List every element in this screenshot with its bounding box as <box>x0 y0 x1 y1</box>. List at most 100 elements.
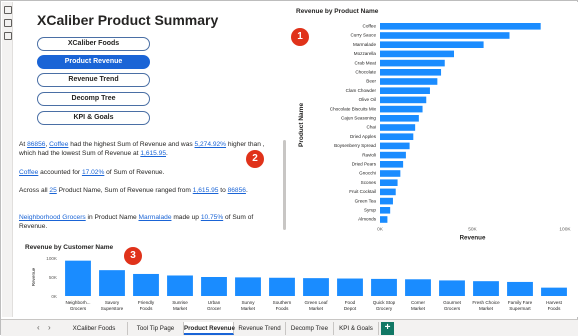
customer-chart-y-axis-label: Revenue <box>31 267 36 286</box>
customer-y-tick-label: 100K <box>46 256 58 261</box>
customer-tick-label: Market <box>309 306 324 311</box>
customer-tick-label: Foods <box>548 306 561 311</box>
narrative-value: Coffee <box>49 141 69 148</box>
narrative-text: . <box>245 187 248 194</box>
narrative-value: 10.75% <box>200 214 224 221</box>
customer-tick-label: Gourmet <box>443 300 462 305</box>
product-tick-label: Green Tea <box>355 198 377 203</box>
customer-tick-label: Grocers <box>444 306 461 311</box>
product-tick-label: Fruit Cocktail <box>349 189 376 194</box>
product-bar <box>380 197 393 205</box>
report-window: XCaliber Product Summary XCaliber Foods … <box>0 0 578 336</box>
tab-prev-icon[interactable]: ‹ <box>37 324 40 332</box>
product-bar <box>380 87 430 94</box>
narrative-scrollbar[interactable] <box>283 140 286 230</box>
customer-tick-label: Family Fare <box>508 300 533 305</box>
customer-tick-label: Fresh Choice <box>472 300 500 305</box>
product-tick-label: Dried Pears <box>352 162 377 167</box>
narrative-value: Neighborhood Grocers <box>19 214 86 221</box>
tab-decomp-tree[interactable]: Decomp Tree <box>286 322 334 335</box>
model-view-icon[interactable] <box>4 32 12 40</box>
narrative-value: 25 <box>49 187 57 194</box>
product-bar <box>380 41 484 48</box>
tab-kpi-goals[interactable]: KPI & Goals <box>334 322 379 335</box>
product-bar <box>380 151 406 159</box>
narrative-value: 86856 <box>27 141 46 148</box>
customer-tick-label: Green Leaf <box>305 300 329 305</box>
customer-tick-label: Grocers <box>70 306 87 311</box>
product-tick-label: Beer <box>366 79 376 84</box>
narrative-text: in Product Name <box>85 214 139 221</box>
product-tick-label: Gnocchi <box>359 171 376 176</box>
nav-button-product-revenue[interactable]: Product Revenue <box>37 55 150 69</box>
customer-tick-label: Corner <box>411 300 426 305</box>
narrative-paragraph-2: Coffee accounted for 17.02% of Sum of Re… <box>19 168 277 177</box>
customer-tick-label: Quick Stop <box>373 300 396 305</box>
customer-tick-label: Market <box>241 306 256 311</box>
product-bar <box>380 50 454 58</box>
product-bar <box>380 115 419 122</box>
narrative-text: accounted for <box>38 169 82 176</box>
narrative-text: had the highest Sum of Revenue and was <box>68 141 195 148</box>
customer-tick-label: Harvest <box>546 300 563 305</box>
product-tick-label: Curry Sauce <box>350 33 376 38</box>
customer-bar <box>507 281 533 296</box>
product-bar <box>380 78 438 85</box>
product-tick-label: Mozzarella <box>354 51 377 56</box>
narrative-value: 5,274.92% <box>194 141 227 148</box>
product-bar <box>380 216 388 223</box>
nav-button-decomp-tree[interactable]: Decomp Tree <box>37 92 150 106</box>
nav-button-xcaliber-foods[interactable]: XCaliber Foods <box>37 37 150 51</box>
narrative-value: 1,615.95 <box>140 150 166 157</box>
customer-bar <box>65 260 91 296</box>
product-tick-label: Syrup <box>364 208 376 213</box>
customer-bar <box>439 280 465 296</box>
narrative-paragraph-4: Neighborhood Grocers in Product Name Mar… <box>19 213 277 231</box>
revenue-by-product-chart: Coffee Curry Sauce Marmalade Mozzarella Crab… <box>330 23 571 240</box>
customer-tick-label: Superstore <box>101 306 124 311</box>
customer-tick-label: Market <box>479 306 494 311</box>
customer-bar <box>235 277 261 296</box>
table-view-icon[interactable] <box>4 19 12 27</box>
report-view-icon[interactable] <box>4 6 12 14</box>
product-tick-label: Boysenberry Spread <box>334 143 376 148</box>
product-bar <box>380 188 396 196</box>
customer-tick-label: Southern <box>273 300 292 305</box>
product-tick-label: Dried Apples <box>350 134 377 139</box>
narrative-text: of Sum of Revenue. <box>104 169 165 176</box>
product-chart-x-axis-label: Revenue <box>460 234 486 240</box>
add-page-button[interactable]: + <box>381 322 394 335</box>
product-tick-label: Almonds <box>358 217 377 222</box>
product-tick-label: Marmalade <box>353 42 376 47</box>
customer-tick-label: Foods <box>140 306 153 311</box>
narrative-text: . <box>166 150 168 157</box>
narrative-value: 1,615.95 <box>192 187 219 194</box>
revenue-by-customer-chart: 100K50K0KRevenueNeighborh...GrocersSavor… <box>31 256 567 311</box>
nav-button-kpi-goals[interactable]: KPI & Goals <box>37 111 150 125</box>
narrative-text: Product Name, Sum of Revenue ranged from <box>56 187 193 194</box>
narrative-text: made up <box>171 214 201 221</box>
tab-next-icon[interactable]: › <box>48 324 51 332</box>
product-bar <box>380 124 416 131</box>
product-tick-label: Olive Oil <box>359 97 376 102</box>
nav-button-revenue-trend[interactable]: Revenue Trend <box>37 73 150 87</box>
product-tick-label: Clam Chowder <box>346 88 377 93</box>
customer-tick-label: Grocer <box>207 306 222 311</box>
customer-tick-label: Supermart <box>509 306 531 311</box>
product-x-tick-label: 0K <box>377 226 384 232</box>
tab-tool-tip-page[interactable]: Tool Tip Page <box>128 322 184 335</box>
product-tick-label: Ravioli <box>362 152 376 157</box>
product-bar <box>380 179 398 186</box>
product-tick-label: Crab Meat <box>355 60 377 65</box>
page-tab-bar: ‹ › XCaliber Foods Tool Tip Page Product… <box>1 319 578 336</box>
report-canvas: XCaliber Product Summary XCaliber Foods … <box>13 2 578 317</box>
customer-tick-label: Market <box>411 306 426 311</box>
narrative-paragraph-1: At 86856, Coffee had the highest Sum of … <box>19 140 277 158</box>
product-bar <box>380 32 510 39</box>
tab-product-revenue[interactable]: Product Revenue <box>184 322 235 335</box>
customer-bar <box>371 278 397 296</box>
product-bar <box>380 142 410 150</box>
tab-revenue-trend[interactable]: Revenue Trend <box>234 322 286 335</box>
narrative-paragraph-3: Across all 25 Product Name, Sum of Reven… <box>19 186 277 195</box>
tab-xcaliber-foods[interactable]: XCaliber Foods <box>61 322 128 335</box>
